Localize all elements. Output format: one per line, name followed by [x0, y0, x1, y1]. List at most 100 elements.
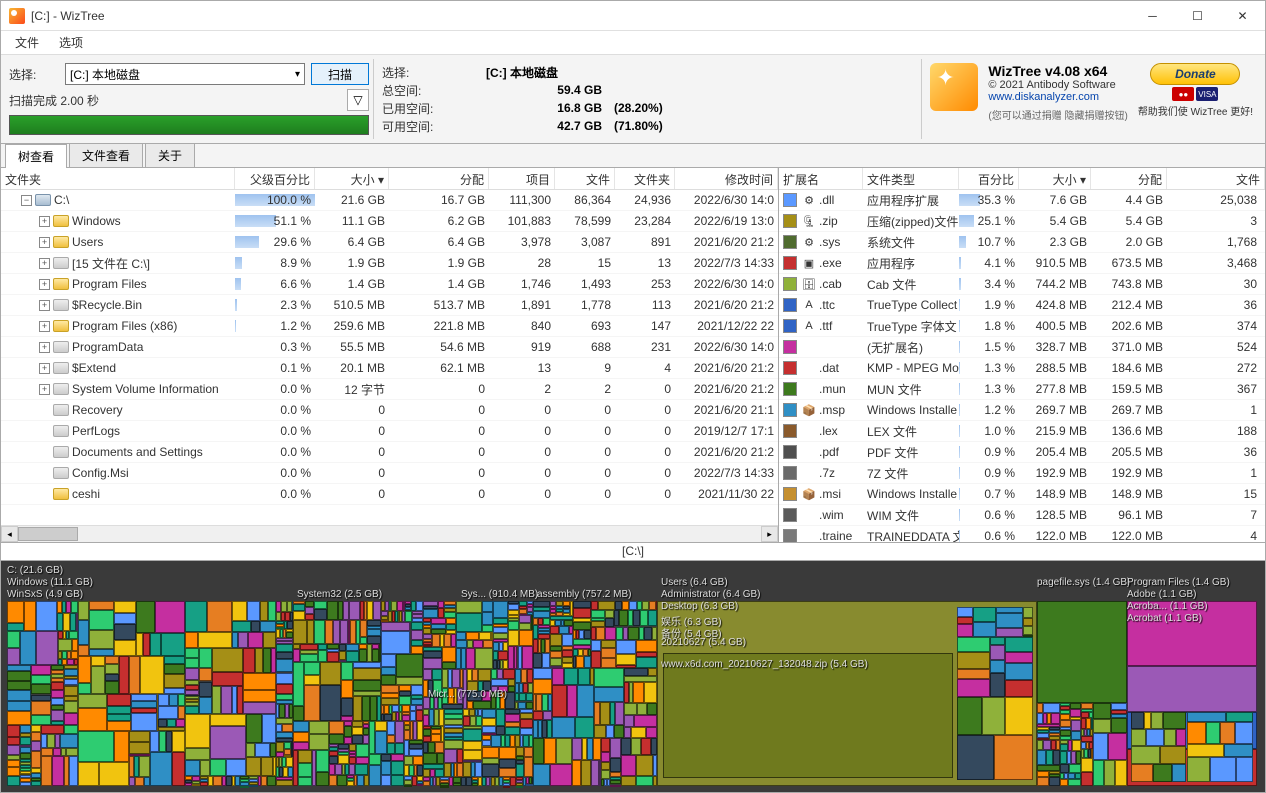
- tree-table-body: −C:\100.0 %21.6 GB16.7 GB111,30086,36424…: [1, 190, 778, 525]
- tab-tree-view[interactable]: 树查看: [5, 144, 67, 168]
- table-row[interactable]: .munMUN 文件1.3 %277.8 MB159.5 MB367: [779, 379, 1265, 400]
- table-row[interactable]: +[15 文件在 C:\]8.9 %1.9 GB1.9 GB2815132022…: [1, 253, 778, 274]
- expander[interactable]: +: [39, 216, 50, 227]
- table-row[interactable]: Config.Msi0.0 %000002022/7/3 14:33: [1, 463, 778, 484]
- maximize-button[interactable]: ☐: [1175, 1, 1220, 31]
- table-row[interactable]: −C:\100.0 %21.6 GB16.7 GB111,30086,36424…: [1, 190, 778, 211]
- table-row[interactable]: Documents and Settings0.0 %000002021/6/2…: [1, 442, 778, 463]
- table-row[interactable]: +$Recycle.Bin2.3 %510.5 MB513.7 MB1,8911…: [1, 295, 778, 316]
- size-value: 148.9 MB: [1019, 487, 1091, 501]
- menubar: 文件 选项: [1, 31, 1265, 55]
- view-tabs: 树查看 文件查看 关于: [1, 144, 1265, 168]
- files-value: 78,599: [555, 214, 615, 228]
- expander[interactable]: −: [21, 195, 32, 206]
- th-modified[interactable]: 修改时间: [675, 168, 778, 189]
- scroll-left-icon[interactable]: ◂: [1, 526, 18, 542]
- ext-name: .pdf: [819, 445, 839, 459]
- info-select-value: [C:] 本地磁盘: [442, 64, 602, 81]
- scroll-thumb[interactable]: [18, 527, 78, 541]
- alloc-value: 96.1 MB: [1091, 508, 1167, 522]
- table-row[interactable]: .pdfPDF 文件0.9 %205.4 MB205.5 MB36: [779, 442, 1265, 463]
- drive-select[interactable]: [C:] 本地磁盘 ▾: [65, 63, 305, 85]
- files-value: 7: [1167, 508, 1265, 522]
- table-row[interactable]: ⚙.dll应用程序扩展35.3 %7.6 GB4.4 GB25,038: [779, 190, 1265, 211]
- scroll-right-icon[interactable]: ▸: [761, 526, 778, 542]
- table-row[interactable]: .7z7Z 文件0.9 %192.9 MB192.9 MB1: [779, 463, 1265, 484]
- table-row[interactable]: .traineTRAINEDDATA 文0.6 %122.0 MB122.0 M…: [779, 526, 1265, 542]
- files-value: 2: [555, 382, 615, 396]
- th-size[interactable]: 大小 ▾: [315, 168, 389, 189]
- table-row[interactable]: +$Extend0.1 %20.1 MB62.1 MB13942021/6/20…: [1, 358, 778, 379]
- minimize-button[interactable]: ─: [1130, 1, 1175, 31]
- th-type[interactable]: 文件类型: [863, 168, 959, 189]
- close-button[interactable]: ✕: [1220, 1, 1265, 31]
- modified-value: 2022/7/3 14:33: [675, 466, 778, 480]
- donate-button[interactable]: Donate: [1150, 63, 1240, 85]
- pct-value: 51.1 %: [274, 214, 311, 228]
- table-row[interactable]: PerfLogs0.0 %000002019/12/7 17:1: [1, 421, 778, 442]
- treemap[interactable]: C: (21.6 GB) Windows (11.1 GB) WinSxS (4…: [1, 561, 1265, 792]
- table-row[interactable]: 📦.mspWindows Installe1.2 %269.7 MB269.7 …: [779, 400, 1265, 421]
- table-row[interactable]: A.ttfTrueType 字体文1.8 %400.5 MB202.6 MB37…: [779, 316, 1265, 337]
- table-row[interactable]: +Windows51.1 %11.1 GB6.2 GB101,88378,599…: [1, 211, 778, 232]
- alloc-value: 62.1 MB: [389, 361, 489, 375]
- expander[interactable]: +: [39, 363, 50, 374]
- items-value: 13: [489, 361, 555, 375]
- th-files[interactable]: 文件: [555, 168, 615, 189]
- type-value: 7Z 文件: [863, 465, 959, 482]
- th-ext-files[interactable]: 文件: [1167, 168, 1265, 189]
- table-row[interactable]: +Program Files6.6 %1.4 GB1.4 GB1,7461,49…: [1, 274, 778, 295]
- expander[interactable]: +: [39, 258, 50, 269]
- expander[interactable]: +: [39, 321, 50, 332]
- table-row[interactable]: +Program Files (x86)1.2 %259.6 MB221.8 M…: [1, 316, 778, 337]
- alloc-value: 1.4 GB: [389, 277, 489, 291]
- folders-value: 4: [615, 361, 675, 375]
- th-items[interactable]: 项目: [489, 168, 555, 189]
- filetype-icon: [801, 528, 817, 542]
- th-ext-size[interactable]: 大小 ▾: [1019, 168, 1091, 189]
- folder-icon: [53, 341, 69, 353]
- filter-button[interactable]: ▽: [347, 89, 369, 111]
- expander[interactable]: +: [39, 237, 50, 248]
- table-row[interactable]: 📦.msiWindows Installe0.7 %148.9 MB148.9 …: [779, 484, 1265, 505]
- modified-value: 2021/11/30 22: [675, 487, 778, 501]
- th-pct[interactable]: 百分比: [959, 168, 1019, 189]
- tree-hscroll[interactable]: ◂ ▸: [1, 525, 778, 542]
- table-row[interactable]: 🗄.cabCab 文件3.4 %744.2 MB743.8 MB30: [779, 274, 1265, 295]
- th-ext[interactable]: 扩展名: [779, 168, 863, 189]
- brand-url[interactable]: www.diskanalyzer.com: [988, 91, 1127, 103]
- expander[interactable]: +: [39, 300, 50, 311]
- table-row[interactable]: .wimWIM 文件0.6 %128.5 MB96.1 MB7: [779, 505, 1265, 526]
- expander[interactable]: +: [39, 384, 50, 395]
- th-ext-alloc[interactable]: 分配: [1091, 168, 1167, 189]
- scan-button[interactable]: 扫描: [311, 63, 369, 85]
- th-folder[interactable]: 文件夹: [1, 168, 235, 189]
- table-row[interactable]: (无扩展名)1.5 %328.7 MB371.0 MB524: [779, 337, 1265, 358]
- menu-file[interactable]: 文件: [5, 32, 49, 53]
- expander[interactable]: +: [39, 279, 50, 290]
- tab-file-view[interactable]: 文件查看: [69, 143, 143, 167]
- table-row[interactable]: ⚙.sys系统文件10.7 %2.3 GB2.0 GB1,768: [779, 232, 1265, 253]
- table-row[interactable]: +ProgramData0.3 %55.5 MB54.6 MB919688231…: [1, 337, 778, 358]
- menu-options[interactable]: 选项: [49, 32, 93, 53]
- table-row[interactable]: ceshi0.0 %000002021/11/30 22: [1, 484, 778, 505]
- size-value: 259.6 MB: [315, 319, 389, 333]
- table-row[interactable]: .datKMP - MPEG Mo1.3 %288.5 MB184.6 MB27…: [779, 358, 1265, 379]
- table-row[interactable]: 🗜.zip压缩(zipped)文件25.1 %5.4 GB5.4 GB3: [779, 211, 1265, 232]
- table-row[interactable]: A.ttcTrueType Collect1.9 %424.8 MB212.4 …: [779, 295, 1265, 316]
- filetype-icon: A: [801, 318, 817, 334]
- alloc-value: 0: [389, 403, 489, 417]
- tab-about[interactable]: 关于: [145, 143, 195, 167]
- ext-table-header: 扩展名 文件类型 百分比 大小 ▾ 分配 文件: [779, 168, 1265, 190]
- table-row[interactable]: +System Volume Information0.0 %12 字节0220…: [1, 379, 778, 400]
- th-folders[interactable]: 文件夹: [615, 168, 675, 189]
- th-parent-pct[interactable]: 父级百分比: [235, 168, 315, 189]
- table-row[interactable]: Recovery0.0 %000002021/6/20 21:1: [1, 400, 778, 421]
- size-value: 20.1 MB: [315, 361, 389, 375]
- table-row[interactable]: .lexLEX 文件1.0 %215.9 MB136.6 MB188: [779, 421, 1265, 442]
- alloc-value: 5.4 GB: [1091, 214, 1167, 228]
- table-row[interactable]: ▣.exe应用程序4.1 %910.5 MB673.5 MB3,468: [779, 253, 1265, 274]
- table-row[interactable]: +Users29.6 %6.4 GB6.4 GB3,9783,087891202…: [1, 232, 778, 253]
- expander[interactable]: +: [39, 342, 50, 353]
- th-alloc[interactable]: 分配: [389, 168, 489, 189]
